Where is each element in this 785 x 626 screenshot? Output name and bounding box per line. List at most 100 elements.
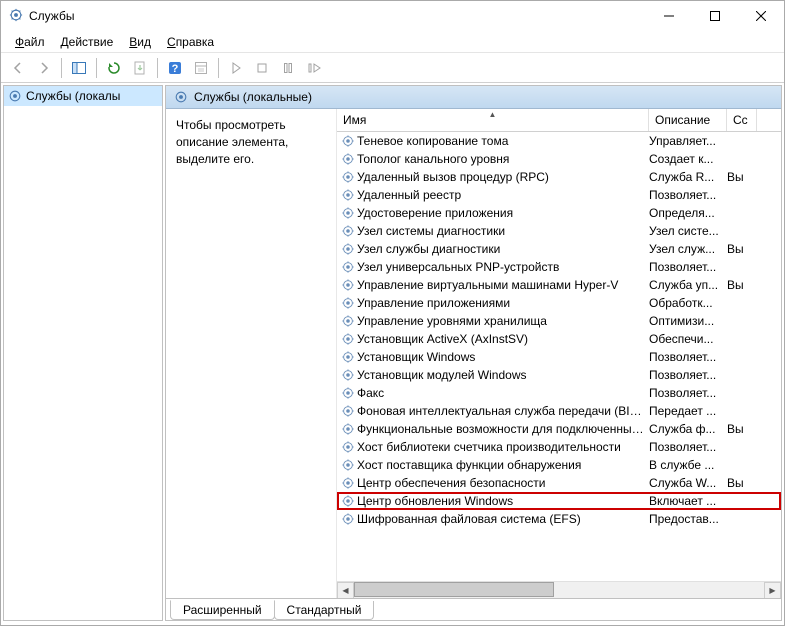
service-desc: Создает к... bbox=[649, 152, 727, 166]
menu-file[interactable]: Файл bbox=[7, 33, 53, 51]
scroll-right-button[interactable]: ▶ bbox=[764, 582, 781, 599]
tree-node-services-local[interactable]: Службы (локалы bbox=[4, 86, 162, 106]
service-name: Установщик ActiveX (AxInstSV) bbox=[357, 332, 649, 346]
detail-panel: Службы (локальные) Чтобы просмотреть опи… bbox=[165, 85, 782, 621]
service-row[interactable]: Теневое копирование томаУправляет... bbox=[337, 132, 781, 150]
service-row[interactable]: Фоновая интеллектуальная служба передачи… bbox=[337, 402, 781, 420]
service-desc: Оптимизи... bbox=[649, 314, 727, 328]
service-row[interactable]: Узел универсальных PNP-устройствПозволяе… bbox=[337, 258, 781, 276]
sort-ascending-icon: ▲ bbox=[489, 110, 497, 119]
pause-service-button[interactable] bbox=[276, 56, 300, 80]
refresh-button[interactable] bbox=[102, 56, 126, 80]
service-row[interactable]: Хост поставщика функции обнаруженияВ слу… bbox=[337, 456, 781, 474]
service-icon bbox=[341, 494, 355, 508]
tab-standard[interactable]: Стандартный bbox=[274, 601, 375, 620]
service-status: Вы bbox=[727, 422, 757, 436]
service-icon bbox=[341, 512, 355, 526]
export-button[interactable] bbox=[128, 56, 152, 80]
tab-extended[interactable]: Расширенный bbox=[170, 600, 275, 620]
stop-service-button[interactable] bbox=[250, 56, 274, 80]
window-controls bbox=[646, 1, 784, 31]
horizontal-scrollbar[interactable]: ◀ ▶ bbox=[337, 581, 781, 598]
service-desc: Передает ... bbox=[649, 404, 727, 418]
service-icon bbox=[341, 242, 355, 256]
window-title: Службы bbox=[29, 9, 646, 23]
service-icon bbox=[341, 350, 355, 364]
service-name: Управление уровнями хранилища bbox=[357, 314, 649, 328]
service-name: Управление виртуальными машинами Hyper-V bbox=[357, 278, 649, 292]
toolbar: ? bbox=[1, 53, 784, 83]
service-row[interactable]: Удаленный реестрПозволяет... bbox=[337, 186, 781, 204]
properties-button[interactable] bbox=[189, 56, 213, 80]
scroll-thumb[interactable] bbox=[354, 582, 554, 597]
service-icon bbox=[341, 476, 355, 490]
service-description-area: Чтобы просмотреть описание элемента, выд… bbox=[166, 109, 336, 598]
show-hide-tree-button[interactable] bbox=[67, 56, 91, 80]
service-row[interactable]: Установщик модулей WindowsПозволяет... bbox=[337, 366, 781, 384]
service-name: Узел службы диагностики bbox=[357, 242, 649, 256]
service-row[interactable]: Узел службы диагностикиУзел служ...Вы bbox=[337, 240, 781, 258]
service-desc: Включает ... bbox=[649, 494, 727, 508]
service-desc: Служба R... bbox=[649, 170, 727, 184]
service-desc: Позволяет... bbox=[649, 368, 727, 382]
service-icon bbox=[341, 296, 355, 310]
separator bbox=[96, 58, 97, 78]
service-desc: Позволяет... bbox=[649, 350, 727, 364]
service-row[interactable]: Узел системы диагностикиУзел систе... bbox=[337, 222, 781, 240]
service-row[interactable]: Функциональные возможности для подключен… bbox=[337, 420, 781, 438]
column-status[interactable]: Сс bbox=[727, 109, 757, 131]
service-icon bbox=[341, 440, 355, 454]
scroll-left-button[interactable]: ◀ bbox=[337, 582, 354, 599]
service-status: Вы bbox=[727, 278, 757, 292]
service-name: Установщик модулей Windows bbox=[357, 368, 649, 382]
service-row[interactable]: Центр обеспечения безопасностиСлужба W..… bbox=[337, 474, 781, 492]
separator bbox=[157, 58, 158, 78]
service-desc: Обеспечи... bbox=[649, 332, 727, 346]
help-button[interactable]: ? bbox=[163, 56, 187, 80]
service-name: Удаленный реестр bbox=[357, 188, 649, 202]
tree-node-label: Службы (локалы bbox=[26, 89, 120, 103]
scroll-track[interactable] bbox=[354, 582, 764, 599]
minimize-button[interactable] bbox=[646, 1, 692, 31]
service-desc: Служба W... bbox=[649, 476, 727, 490]
service-name: Установщик Windows bbox=[357, 350, 649, 364]
service-row[interactable]: Тополог канального уровняСоздает к... bbox=[337, 150, 781, 168]
service-row[interactable]: Удостоверение приложенияОпределя... bbox=[337, 204, 781, 222]
service-name: Узел системы диагностики bbox=[357, 224, 649, 238]
service-name: Удостоверение приложения bbox=[357, 206, 649, 220]
forward-button[interactable] bbox=[32, 56, 56, 80]
service-row[interactable]: Хост библиотеки счетчика производительно… bbox=[337, 438, 781, 456]
service-row[interactable]: Установщик ActiveX (AxInstSV)Обеспечи... bbox=[337, 330, 781, 348]
menu-help[interactable]: Справка bbox=[159, 33, 222, 51]
close-button[interactable] bbox=[738, 1, 784, 31]
detail-header: Службы (локальные) bbox=[166, 86, 781, 109]
menu-action[interactable]: Действие bbox=[53, 33, 122, 51]
maximize-button[interactable] bbox=[692, 1, 738, 31]
service-row[interactable]: Управление виртуальными машинами Hyper-V… bbox=[337, 276, 781, 294]
service-name: Шифрованная файловая система (EFS) bbox=[357, 512, 649, 526]
service-row[interactable]: Установщик WindowsПозволяет... bbox=[337, 348, 781, 366]
service-icon bbox=[341, 134, 355, 148]
service-row[interactable]: Шифрованная файловая система (EFS)Предос… bbox=[337, 510, 781, 528]
restart-service-button[interactable] bbox=[302, 56, 326, 80]
service-name: Фоновая интеллектуальная служба передачи… bbox=[357, 404, 649, 418]
service-name: Центр обеспечения безопасности bbox=[357, 476, 649, 490]
column-description[interactable]: Описание bbox=[649, 109, 727, 131]
column-name[interactable]: Имя ▲ bbox=[337, 109, 649, 131]
service-row[interactable]: Удаленный вызов процедур (RPC)Служба R..… bbox=[337, 168, 781, 186]
service-row[interactable]: Центр обновления WindowsВключает ... bbox=[337, 492, 781, 510]
service-row[interactable]: Управление приложениямиОбработк... bbox=[337, 294, 781, 312]
service-desc: Определя... bbox=[649, 206, 727, 220]
service-row[interactable]: Управление уровнями хранилищаОптимизи... bbox=[337, 312, 781, 330]
back-button[interactable] bbox=[6, 56, 30, 80]
content-area: Службы (локалы Службы (локальные) Чтобы … bbox=[1, 83, 784, 623]
console-tree[interactable]: Службы (локалы bbox=[3, 85, 163, 621]
service-icon bbox=[341, 224, 355, 238]
service-row[interactable]: ФаксПозволяет... bbox=[337, 384, 781, 402]
start-service-button[interactable] bbox=[224, 56, 248, 80]
menu-view[interactable]: Вид bbox=[121, 33, 159, 51]
service-icon bbox=[341, 170, 355, 184]
service-name: Хост поставщика функции обнаружения bbox=[357, 458, 649, 472]
services-list[interactable]: Теневое копирование томаУправляет...Топо… bbox=[337, 132, 781, 581]
separator bbox=[218, 58, 219, 78]
